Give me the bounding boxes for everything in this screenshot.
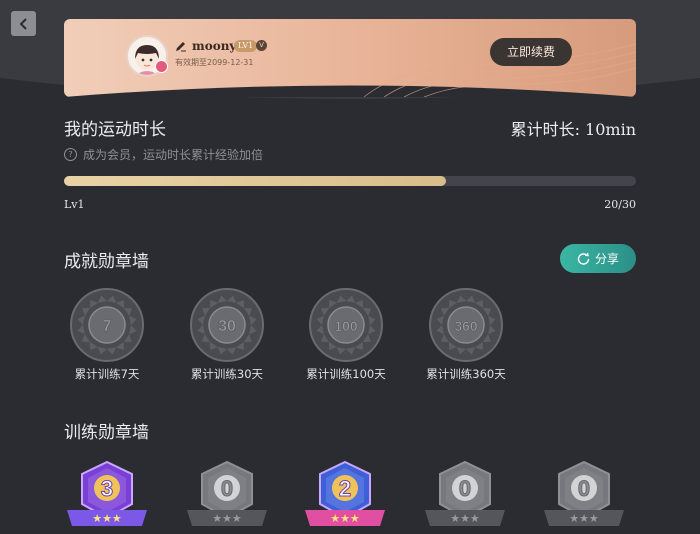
share-icon — [577, 252, 590, 265]
achievement-medal[interactable]: 100 累计训练100天 — [286, 288, 406, 382]
total-duration: 累计时长: 10min — [510, 120, 636, 139]
badge-number: 0 — [459, 476, 471, 501]
medal-number: 100 — [334, 318, 358, 334]
medal-icon: 7 — [70, 288, 144, 362]
badge-icon: 3 ★★★ — [67, 460, 147, 526]
medal-icon: 360 — [429, 288, 503, 362]
member-tip[interactable]: ? 成为会员，运动时长累计经验加倍 — [64, 146, 263, 163]
medal-number: 30 — [218, 318, 236, 335]
level-badge: LV1 — [234, 40, 258, 52]
svg-text:★★★: ★★★ — [450, 512, 480, 525]
medal-label: 累计训练360天 — [426, 367, 506, 381]
avatar-badge — [155, 60, 168, 73]
username: moony — [192, 39, 237, 53]
medal-icon: 30 — [190, 288, 264, 362]
svg-text:★★★: ★★★ — [569, 512, 599, 525]
share-label: 分享 — [594, 252, 619, 266]
progress-count: 20/30 — [604, 198, 636, 211]
medal-icon: 100 — [309, 288, 383, 362]
medal-label: 累计训练7天 — [74, 367, 140, 381]
medal-number: 360 — [454, 318, 478, 334]
badge-number: 3 — [101, 476, 113, 501]
exercise-title: 我的运动时长 — [64, 120, 166, 140]
membership-card: moony LV1 V 有效期至2099-12-31 立即续费 — [64, 19, 636, 97]
training-title: 训练勋章墙 — [64, 423, 149, 443]
chevron-left-icon — [19, 17, 27, 30]
back-button[interactable] — [11, 11, 36, 36]
badge-icon: 0 ★★★ — [544, 460, 624, 526]
achievement-medal[interactable]: 7 累计训练7天 — [47, 288, 167, 382]
achievement-medal[interactable]: 30 累计训练30天 — [167, 288, 287, 382]
validity-text: 有效期至2099-12-31 — [175, 58, 254, 67]
svg-text:★★★: ★★★ — [92, 512, 122, 525]
badge-number: 0 — [578, 476, 590, 501]
training-badge[interactable]: 0 ★★★ — [539, 460, 629, 534]
edit-icon[interactable] — [175, 40, 187, 52]
svg-text:★★★: ★★★ — [212, 512, 242, 525]
share-button[interactable]: 分享 — [560, 244, 636, 273]
medal-number: 7 — [103, 318, 112, 335]
level-label: Lv1 — [64, 198, 85, 211]
badge-number: 2 — [339, 476, 351, 501]
svg-text:★★★: ★★★ — [330, 512, 360, 525]
renew-button[interactable]: 立即续费 — [490, 38, 572, 66]
achievement-medal[interactable]: 360 累计训练360天 — [406, 288, 526, 382]
level-progress-bar — [64, 176, 636, 186]
vip-badge: V — [256, 40, 267, 51]
badge-icon: 0 ★★★ — [425, 460, 505, 526]
training-badge[interactable]: 0 ★★★ — [182, 460, 272, 534]
question-icon: ? — [64, 148, 77, 161]
badge-icon: 2 ★★★ — [305, 460, 385, 526]
level-progress-fill — [64, 176, 446, 186]
training-badge[interactable]: 3 ★★★ — [62, 460, 152, 534]
medal-label: 累计训练30天 — [190, 367, 264, 381]
achievement-title: 成就勋章墙 — [64, 252, 149, 272]
badge-number: 0 — [221, 476, 233, 501]
training-badge[interactable]: 2 ★★★ — [300, 460, 390, 534]
tip-text: 成为会员，运动时长累计经验加倍 — [83, 148, 264, 162]
training-badge[interactable]: 0 ★★★ — [420, 460, 510, 534]
badge-icon: 0 ★★★ — [187, 460, 267, 526]
medal-label: 累计训练100天 — [306, 367, 386, 381]
